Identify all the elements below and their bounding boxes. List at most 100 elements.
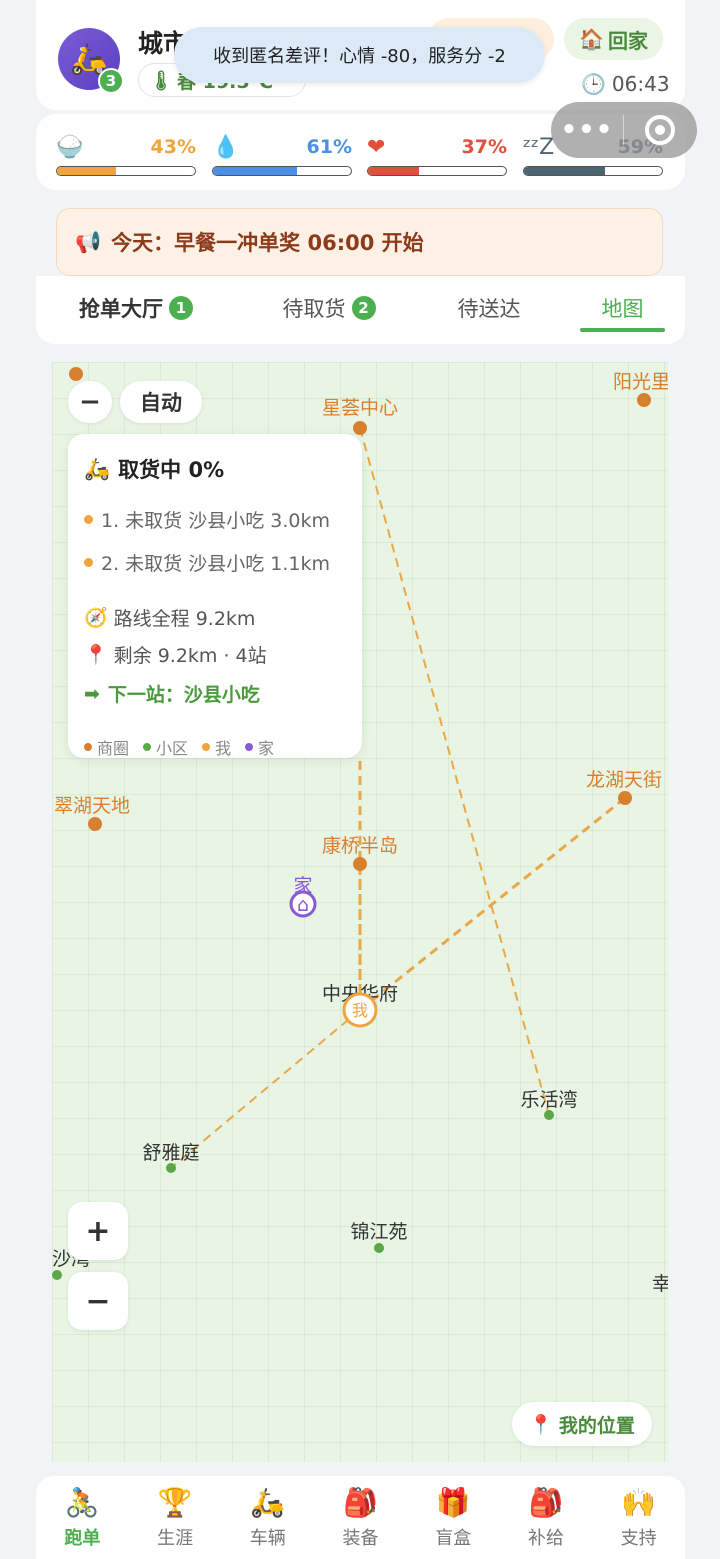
stat-bar [212,166,352,176]
nav-item-0[interactable]: 🚴 跑单 [36,1476,129,1559]
auto-follow-button[interactable]: 自动 [120,381,202,423]
compass-icon: 🧭 [84,607,108,629]
my-position-label: 我 [352,1001,368,1020]
commercial-marker [69,367,83,381]
nav-label: 补给 [527,1527,564,1549]
game-clock: 🕒 06:43 [581,72,670,96]
toast-message: 收到匿名差评！心情 -80，服务分 -2 [174,27,545,83]
bottom-nav: 🚴 跑单 🏆 生涯 🛵 车辆 🎒 装备 🎁 盲盒 🎒 补给 🙌 支持 [36,1476,685,1559]
commercial-marker [353,421,367,435]
clock-time: 06:43 [611,72,670,96]
clock-icon: 🕒 [581,72,606,96]
sleep-zzz-icon: ᶻᶻZ [523,134,555,160]
nav-item-2[interactable]: 🛵 车辆 [221,1476,314,1559]
place-label-yangguang: 阳光里 [613,371,668,393]
zoom-out-top-button[interactable]: − [68,381,112,423]
house-icon: ⌂ [297,894,309,916]
nav-label: 生涯 [157,1527,194,1549]
nav-item-1[interactable]: 🏆 生涯 [129,1476,222,1559]
close-icon[interactable] [624,115,696,145]
more-icon[interactable]: ••• [551,115,623,145]
route-status: 🛵 取货中 0% [84,454,346,484]
residential-marker [374,1243,384,1253]
stat-bar [56,166,196,176]
zoom-out-button[interactable]: − [68,1272,128,1330]
next-stop: ➡ 下一站：沙县小吃 [84,680,346,707]
megaphone-icon: 📢 [75,229,102,254]
tab-count-badge: 1 [169,296,193,320]
trophy-icon: 🏆 [157,1486,193,1519]
pin-icon: 📍 [529,1413,553,1436]
announcement-bar[interactable]: 📢 今天：早餐一冲单奖 06:00 开始 [56,208,663,276]
mini-program-capsule[interactable]: ••• [551,102,697,158]
place-label-cuihu: 翠湖天地 [54,795,130,817]
stat-hunger: 🍚 43% [56,132,196,176]
nav-label: 支持 [620,1527,657,1549]
place-label-xing: 幸 [652,1273,668,1295]
stat-water: 💧 61% [212,132,352,176]
legend-home: 家 [245,735,274,759]
next-stop-text: 下一站：沙县小吃 [107,684,260,706]
route-total-text: 路线全程 9.2km [113,608,256,630]
nav-label: 盲盒 [435,1527,472,1549]
route-stop: 1. 未取货 沙县小吃 3.0km [84,506,346,533]
commercial-marker [88,817,102,831]
gift-icon: 🎁 [435,1486,471,1519]
route-stop-text: 1. 未取货 沙县小吃 3.0km [101,510,330,532]
place-label-longhu: 龙湖天街 [586,769,662,791]
nav-item-3[interactable]: 🎒 装备 [314,1476,407,1559]
tab-count-badge: 2 [351,296,376,320]
residential-marker [52,1270,62,1280]
backpack-icon: 🎒 [343,1486,378,1519]
stat-bar-fill [524,167,606,175]
water-drop-icon: 💧 [212,134,240,160]
pin-icon: 📍 [84,644,108,666]
residential-marker [166,1163,176,1173]
commercial-marker [637,393,651,407]
nav-item-5[interactable]: 🎒 补给 [500,1476,593,1559]
place-label-jinjiang: 锦江苑 [350,1221,407,1243]
route-line [359,427,550,1116]
tab-order-hall[interactable]: 抢单大厅 1 [56,276,216,340]
stat-bar [367,166,507,176]
tab-to-deliver[interactable]: 待送达 [436,276,542,340]
tab-label: 地图 [601,297,644,321]
stat-value: 61% [306,136,352,158]
route-line [359,796,626,1012]
arrow-right-icon: ➡ [84,682,100,705]
legend-residential: 小区 [143,735,188,759]
route-info-card: 🛵 取货中 0% 1. 未取货 沙县小吃 3.0km 2. 未取货 沙县小吃 1… [68,434,362,758]
commercial-marker [353,857,367,871]
map-legend: 商圈 小区 我 家 [84,735,346,759]
stat-bar [523,166,663,176]
legend-commercial: 商圈 [84,735,129,759]
rice-bowl-icon: 🍚 [56,134,84,160]
heart-icon: ❤ [367,134,386,160]
order-tabs: 抢单大厅 1 待取货 2 待送达 地图 [36,276,685,344]
scooter-icon: 🛵 [250,1486,286,1519]
level-badge: 3 [98,68,124,94]
legend-me: 我 [202,735,231,759]
nav-label: 车辆 [249,1527,286,1549]
zoom-in-button[interactable]: + [68,1202,128,1260]
stat-bar-fill [57,167,117,175]
nav-label: 跑单 [64,1527,101,1549]
route-total: 🧭 路线全程 9.2km [84,604,346,631]
route-status-text: 取货中 0% [118,458,225,482]
route-stop: 2. 未取货 沙县小吃 1.1km [84,549,346,576]
nav-item-4[interactable]: 🎁 盲盒 [407,1476,500,1559]
tab-to-pickup[interactable]: 待取货 2 [264,276,394,340]
route-stop-text: 2. 未取货 沙县小吃 1.1km [101,553,330,575]
stat-value: 43% [150,136,196,158]
place-label-xinghui: 星荟中心 [322,397,398,419]
place-label-lehuo: 乐活湾 [520,1089,577,1111]
cyclist-icon: 🚴 [64,1486,100,1519]
backpack-icon: 🎒 [528,1486,564,1519]
my-location-button[interactable]: 📍 我的位置 [512,1402,652,1446]
home-button[interactable]: 🏠 回家 [564,18,663,60]
nav-label: 装备 [342,1527,379,1549]
nav-item-6[interactable]: 🙌 支持 [592,1476,685,1559]
thermometer-icon: 🌡 [149,69,174,92]
tab-label: 抢单大厅 [79,297,163,321]
stat-health: ❤ 37% [367,132,507,176]
